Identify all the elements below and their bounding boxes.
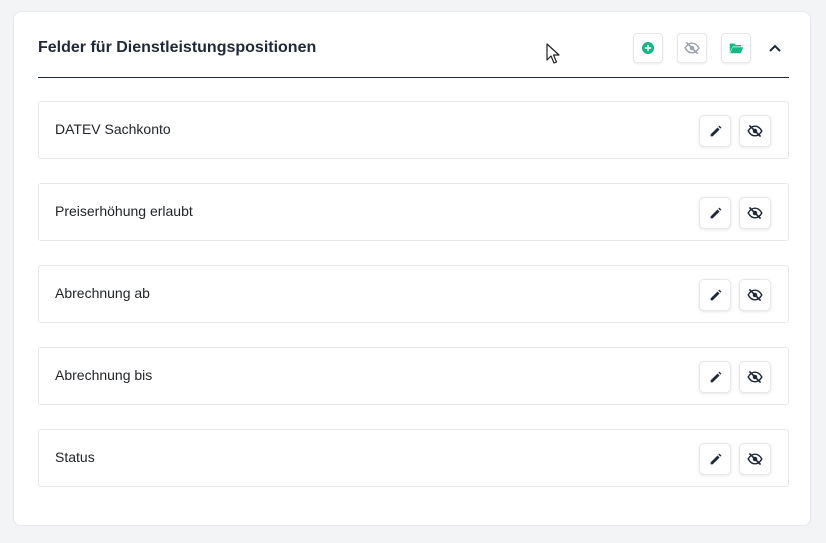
field-row: Abrechnung bis — [38, 347, 789, 405]
collapse-button[interactable] — [760, 33, 790, 63]
edit-field-button[interactable] — [699, 197, 731, 229]
field-label: Status — [55, 449, 95, 465]
edit-field-button[interactable] — [699, 279, 731, 311]
eye-slash-icon — [747, 206, 763, 220]
edit-field-button[interactable] — [699, 115, 731, 147]
field-row: Abrechnung ab — [38, 265, 789, 323]
folder-open-icon — [729, 42, 744, 54]
mouse-pointer-icon — [546, 43, 560, 65]
panel-header: Felder für Dienstleistungspositionen — [38, 32, 789, 78]
panel-title: Felder für Dienstleistungspositionen — [38, 39, 317, 56]
eye-slash-icon — [747, 370, 763, 384]
eye-slash-icon — [684, 41, 700, 55]
field-label: Abrechnung bis — [55, 367, 153, 383]
hide-field-button[interactable] — [739, 115, 771, 147]
pencil-icon — [709, 207, 722, 220]
pencil-icon — [709, 371, 722, 384]
hide-field-button[interactable] — [739, 361, 771, 393]
fields-panel: Felder für Dienstleistungspositionen DAT… — [13, 11, 811, 526]
hide-field-button[interactable] — [739, 443, 771, 475]
field-label: Abrechnung ab — [55, 285, 150, 301]
chevron-up-icon — [769, 44, 781, 52]
pencil-icon — [709, 453, 722, 466]
pencil-icon — [709, 125, 722, 138]
open-folder-button[interactable] — [721, 33, 751, 63]
hide-field-button[interactable] — [739, 279, 771, 311]
eye-slash-icon — [747, 124, 763, 138]
show-hidden-fields-button[interactable] — [677, 33, 707, 63]
edit-field-button[interactable] — [699, 361, 731, 393]
field-row: Preiserhöhung erlaubt — [38, 183, 789, 241]
field-row: Status — [38, 429, 789, 487]
eye-slash-icon — [747, 452, 763, 466]
hide-field-button[interactable] — [739, 197, 771, 229]
field-label: Preiserhöhung erlaubt — [55, 203, 193, 219]
field-label: DATEV Sachkonto — [55, 121, 171, 137]
plus-circle-icon — [642, 42, 654, 54]
eye-slash-icon — [747, 288, 763, 302]
edit-field-button[interactable] — [699, 443, 731, 475]
add-field-button[interactable] — [633, 33, 663, 63]
field-row: DATEV Sachkonto — [38, 101, 789, 159]
pencil-icon — [709, 289, 722, 302]
